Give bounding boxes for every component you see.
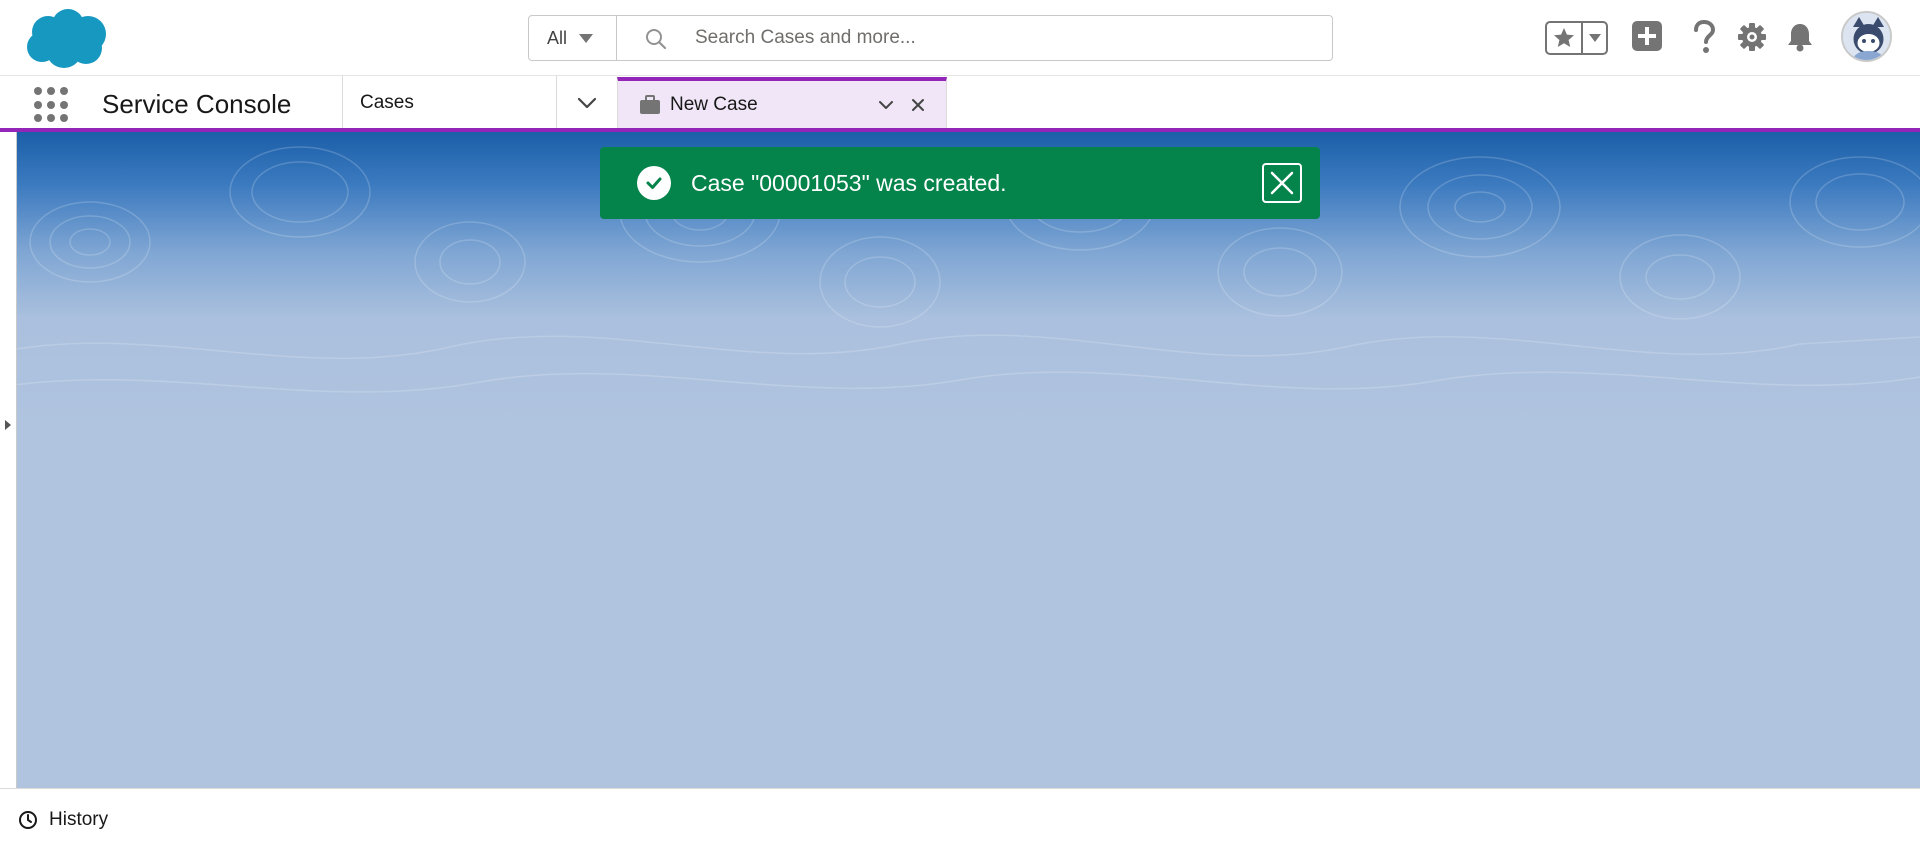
- nav-item-cases[interactable]: Cases: [343, 76, 556, 129]
- star-icon: [1554, 28, 1574, 47]
- app-launcher-button[interactable]: [34, 87, 70, 123]
- close-icon: [1270, 171, 1294, 195]
- gear-icon: [1738, 23, 1766, 51]
- app-name: Service Console: [102, 89, 292, 119]
- success-check-icon: [637, 166, 671, 200]
- tab-close-button[interactable]: [906, 93, 930, 117]
- favorites-dropdown-button[interactable]: [1583, 23, 1606, 53]
- navigation-bar: Service Console Cases New Case: [0, 75, 1920, 131]
- chevron-down-icon: [879, 101, 893, 109]
- chevron-down-icon: [577, 97, 596, 108]
- utility-bar: History: [0, 788, 1920, 849]
- add-icon: [1632, 21, 1662, 51]
- expand-panel-toggle-icon[interactable]: [5, 420, 11, 430]
- history-utility-button[interactable]: History: [18, 807, 108, 833]
- global-search: All: [528, 15, 1333, 61]
- chevron-down-icon: [579, 33, 594, 43]
- search-scope-dropdown[interactable]: All: [529, 16, 617, 60]
- salesforce-logo[interactable]: [22, 8, 112, 70]
- chevron-down-icon: [1588, 34, 1601, 42]
- favorites-group: [1545, 21, 1608, 55]
- clock-icon: [19, 811, 37, 829]
- user-avatar[interactable]: [1841, 11, 1892, 62]
- waffle-dot: [47, 114, 55, 123]
- bell-icon: [1788, 24, 1812, 52]
- left-rail-collapse: [0, 132, 17, 788]
- waffle-dot: [34, 87, 42, 95]
- waffle-dot: [60, 87, 68, 95]
- close-icon: [912, 99, 924, 111]
- waffle-dot: [47, 87, 55, 95]
- waffle-dot: [34, 114, 42, 123]
- case-briefcase-icon: [640, 95, 660, 114]
- waffle-dot: [47, 100, 55, 109]
- help-icon: [1694, 20, 1716, 53]
- search-input[interactable]: [617, 16, 1332, 60]
- global-header: All: [0, 0, 1920, 75]
- waffle-dot: [60, 100, 68, 109]
- favorites-button[interactable]: [1547, 23, 1583, 53]
- waffle-dot: [60, 114, 68, 123]
- tab-actions-button[interactable]: [874, 93, 898, 117]
- global-actions-button[interactable]: [1632, 21, 1662, 51]
- nav-item-menu-button[interactable]: [556, 76, 617, 129]
- search-icon: [646, 29, 667, 50]
- avatar-icon: [1843, 13, 1890, 60]
- help-button[interactable]: [1689, 19, 1719, 55]
- workspace: [0, 132, 1920, 788]
- waffle-dot: [34, 100, 42, 109]
- tab-label: New Case: [670, 94, 758, 115]
- search-scope-label: All: [547, 27, 568, 48]
- notifications-button[interactable]: [1785, 21, 1815, 53]
- success-toast: Case "00001053" was created.: [600, 147, 1320, 219]
- search-field: [617, 16, 1332, 60]
- tab-new-case[interactable]: New Case: [617, 77, 947, 129]
- toast-message: Case "00001053" was created.: [691, 169, 1007, 196]
- toast-close-button[interactable]: [1262, 163, 1302, 203]
- setup-button[interactable]: [1736, 21, 1768, 53]
- history-label: History: [49, 809, 109, 830]
